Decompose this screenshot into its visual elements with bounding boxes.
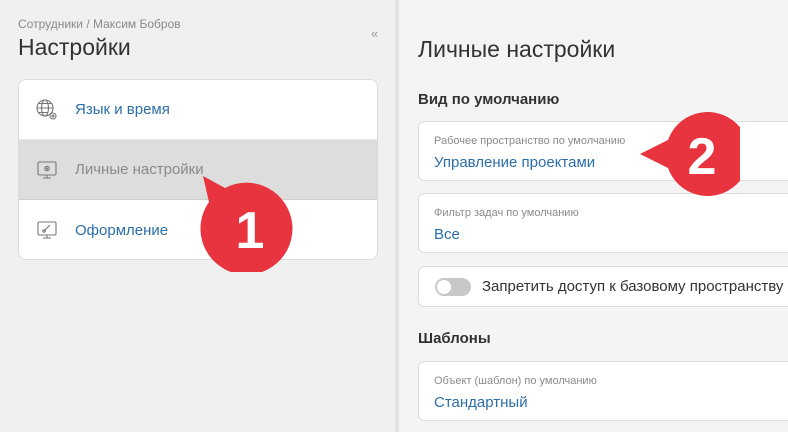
field-value: Управление проектами <box>434 154 596 171</box>
field-value: Стандартный <box>434 394 528 411</box>
callout-number-1: 1 <box>236 202 265 260</box>
globe-gear-icon <box>34 97 60 123</box>
field-label: Рабочее пространство по умолчанию <box>434 135 626 147</box>
field-value: Все <box>434 226 460 243</box>
menu-item-label: Личные настройки <box>75 161 204 178</box>
page-title: Настройки <box>18 34 131 60</box>
switch-knob <box>437 280 451 294</box>
callout-badge-1: 1 <box>200 176 293 272</box>
monitor-gear-icon <box>34 157 60 183</box>
menu-item-label: Язык и время <box>75 101 170 118</box>
template-select[interactable]: Объект (шаблон) по умолчанию Стандартный <box>418 361 788 421</box>
monitor-brush-icon <box>34 217 60 243</box>
menu-item-label: Оформление <box>75 221 169 239</box>
deny-base-space-toggle-row[interactable]: Запретить доступ к базовому пространству <box>418 266 788 307</box>
breadcrumb[interactable]: Сотрудники / Максим Бобров <box>18 17 181 31</box>
field-label: Объект (шаблон) по умолчанию <box>434 375 597 387</box>
content-title: Личные настройки <box>418 36 616 62</box>
collapse-sidebar-icon[interactable]: « <box>371 26 378 41</box>
deny-base-space-switch[interactable] <box>435 278 471 296</box>
section-templates-heading: Шаблоны <box>418 330 491 347</box>
callout-badge-2: 2 <box>640 112 740 196</box>
toggle-label: Запретить доступ к базовому пространству <box>482 278 784 295</box>
menu-item-language-time[interactable]: Язык и время <box>19 80 377 140</box>
field-label: Фильтр задач по умолчанию <box>434 207 579 219</box>
settings-content: Личные настройки Вид по умолчанию Рабоче… <box>399 0 788 432</box>
section-default-view-heading: Вид по умолчанию <box>418 91 560 108</box>
callout-number-2: 2 <box>688 128 717 186</box>
